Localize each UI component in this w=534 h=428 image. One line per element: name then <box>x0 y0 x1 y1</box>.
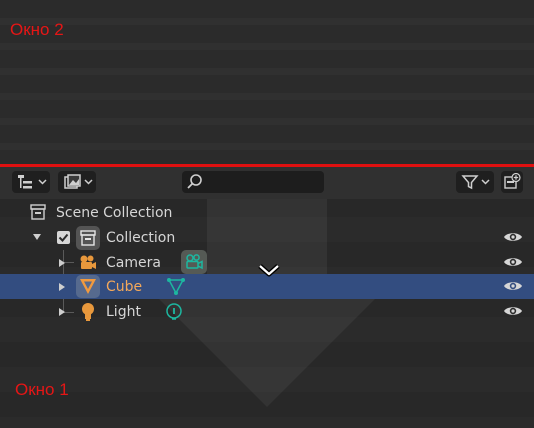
collection-row[interactable]: Collection <box>0 225 534 250</box>
scene-collection-row[interactable]: Scene Collection <box>0 200 534 225</box>
search-field[interactable] <box>182 171 324 193</box>
filter-view-dropdown[interactable] <box>58 171 96 193</box>
collection-icon <box>80 230 96 246</box>
scene-collection-label: Scene Collection <box>56 205 173 221</box>
camera-data-icon <box>186 254 203 270</box>
disclosure-triangle-collapsed-icon[interactable] <box>58 258 66 268</box>
disclosure-triangle-collapsed-icon[interactable] <box>58 282 66 292</box>
image-filter-icon <box>63 174 81 189</box>
eye-icon[interactable] <box>503 255 523 269</box>
outliner-display-mode-icon <box>17 175 32 189</box>
light-label: Light <box>106 304 141 320</box>
window1-label: Окно 1 <box>15 380 69 399</box>
new-collection-button[interactable] <box>501 171 523 193</box>
cube-row[interactable]: Cube <box>0 274 534 299</box>
camera-label: Camera <box>106 255 161 271</box>
mesh-object-icon <box>80 279 96 294</box>
chevron-down-icon <box>83 179 93 185</box>
disclosure-triangle-expanded-icon[interactable] <box>32 233 42 241</box>
scene-collection-icon <box>30 204 46 220</box>
cursor-chevron-icon <box>258 264 280 277</box>
cube-label: Cube <box>106 279 143 295</box>
exclude-checkbox-icon[interactable] <box>57 231 70 244</box>
top-editor-area <box>0 0 534 164</box>
mesh-data-icon[interactable] <box>166 277 186 297</box>
display-mode-dropdown[interactable] <box>12 171 50 193</box>
eye-icon[interactable] <box>503 279 523 293</box>
light-object-icon <box>82 303 94 321</box>
chevron-down-icon <box>480 179 490 185</box>
eye-icon[interactable] <box>503 304 523 318</box>
collection-label: Collection <box>106 230 176 246</box>
camera-object-icon <box>80 255 96 269</box>
search-icon <box>187 174 202 189</box>
light-row[interactable]: Light <box>0 299 534 324</box>
search-input[interactable] <box>208 174 322 190</box>
light-data-icon[interactable] <box>165 302 183 322</box>
window2-label: Окно 2 <box>10 20 64 39</box>
disclosure-triangle-collapsed-icon[interactable] <box>58 307 66 317</box>
funnel-icon <box>460 175 479 190</box>
chevron-down-icon <box>37 179 47 185</box>
eye-icon[interactable] <box>503 230 523 244</box>
filter-dropdown[interactable] <box>456 171 494 193</box>
new-collection-icon <box>504 173 521 189</box>
